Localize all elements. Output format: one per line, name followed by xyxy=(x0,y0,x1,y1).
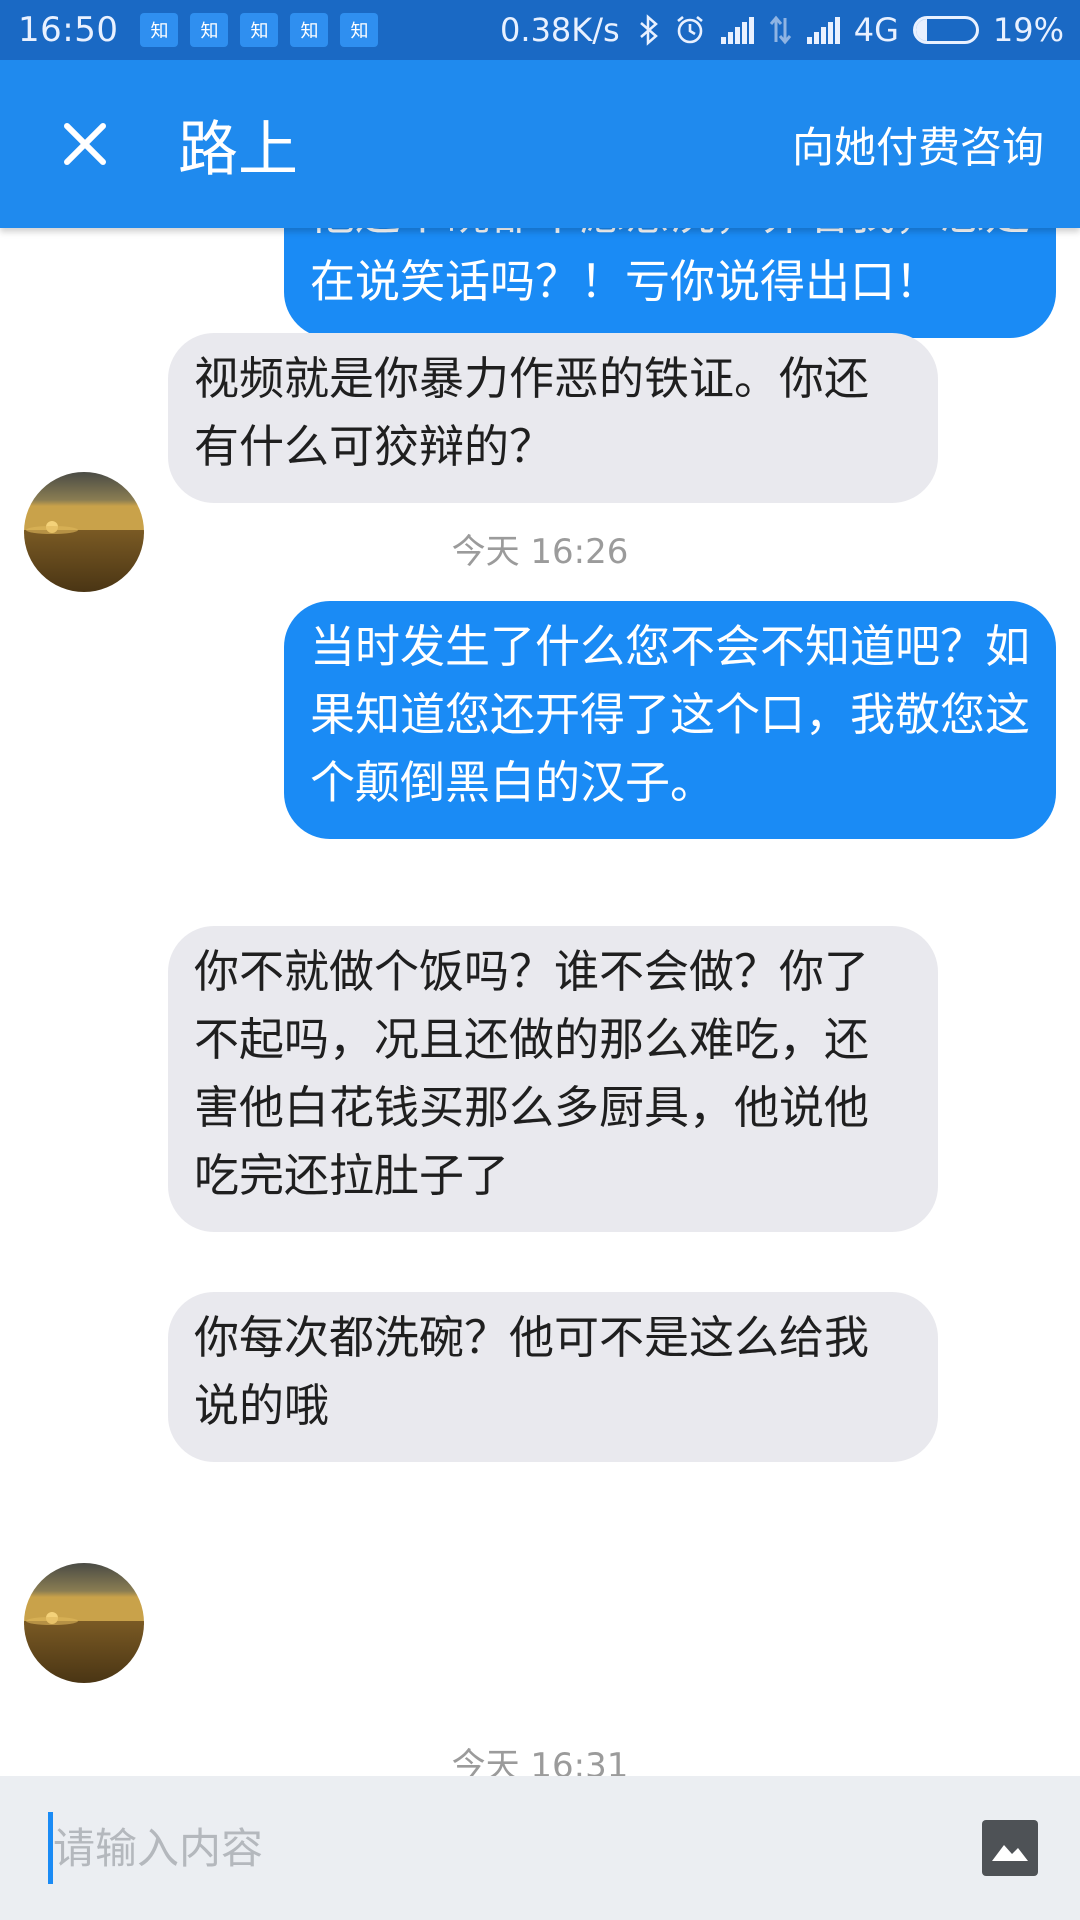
chat-title: 路上 xyxy=(178,114,298,185)
incoming-message[interactable]: 视频就是你暴力作恶的铁证。你还有什么可狡辩的？ xyxy=(168,333,938,503)
zhihu-notification-icon: 知 xyxy=(140,13,179,47)
status-time: 16:50 xyxy=(18,10,119,50)
battery-percent: 19% xyxy=(992,11,1064,49)
paid-consult-button[interactable]: 向她付费咨询 xyxy=(792,114,1044,175)
status-bar: 16:50 知 知 知 知 知 0.38K/s 4G 19% xyxy=(0,0,1080,60)
chat-header: 路上 向她付费咨询 xyxy=(0,60,1080,228)
battery-icon xyxy=(912,16,979,44)
close-button[interactable] xyxy=(40,99,130,189)
outgoing-message[interactable]: 当时发生了什么您不会不知道吧？如果知道您还开得了这个口，我敬您这个颠倒黑白的汉子… xyxy=(284,601,1056,839)
image-icon xyxy=(992,1845,1028,1861)
chat-screen: 16:50 知 知 知 知 知 0.38K/s 4G 19% 路上 向她付费咨询… xyxy=(0,0,1080,1920)
message-timestamp: 今天 16:31 xyxy=(451,1746,629,1776)
avatar-sunset-field-image xyxy=(24,1563,144,1683)
send-image-button[interactable] xyxy=(982,1820,1038,1876)
zhihu-notification-icon: 知 xyxy=(340,13,379,47)
incoming-message[interactable]: 你每次都洗碗？他可不是这么给我说的哦 xyxy=(168,1292,938,1462)
signal-icon-secondary xyxy=(806,16,840,44)
alarm-icon xyxy=(674,14,706,46)
zhihu-notification-icon: 知 xyxy=(240,13,279,47)
incoming-message[interactable]: 你不就做个饭吗？谁不会做？你了不起吗，况且还做的那么难吃，还害他白花钱买那么多厨… xyxy=(168,926,938,1232)
close-icon xyxy=(64,123,106,165)
network-type: 4G xyxy=(853,11,899,49)
outgoing-message[interactable]: 他连个碗都不愿意洗，养着我，您是在说笑话吗？！亏你说得出口！ xyxy=(284,228,1056,338)
message-timestamp: 今天 16:26 xyxy=(451,532,629,572)
message-input[interactable] xyxy=(48,1812,982,1884)
signal-icon xyxy=(720,16,754,44)
avatar[interactable] xyxy=(24,1563,144,1683)
battery-level xyxy=(915,19,928,41)
message-list[interactable]: 他连个碗都不愿意洗，养着我，您是在说笑话吗？！亏你说得出口！ xyxy=(0,228,1080,1776)
data-transfer-icon xyxy=(768,15,792,45)
message-input-bar xyxy=(0,1776,1080,1920)
status-right: 0.38K/s 4G 19% xyxy=(500,11,1064,49)
zhihu-notification-icon: 知 xyxy=(190,13,229,47)
status-left: 16:50 知 知 知 知 知 xyxy=(18,10,382,50)
zhihu-notification-icon: 知 xyxy=(290,13,329,47)
bluetooth-icon xyxy=(638,14,660,46)
network-speed: 0.38K/s xyxy=(500,11,620,49)
